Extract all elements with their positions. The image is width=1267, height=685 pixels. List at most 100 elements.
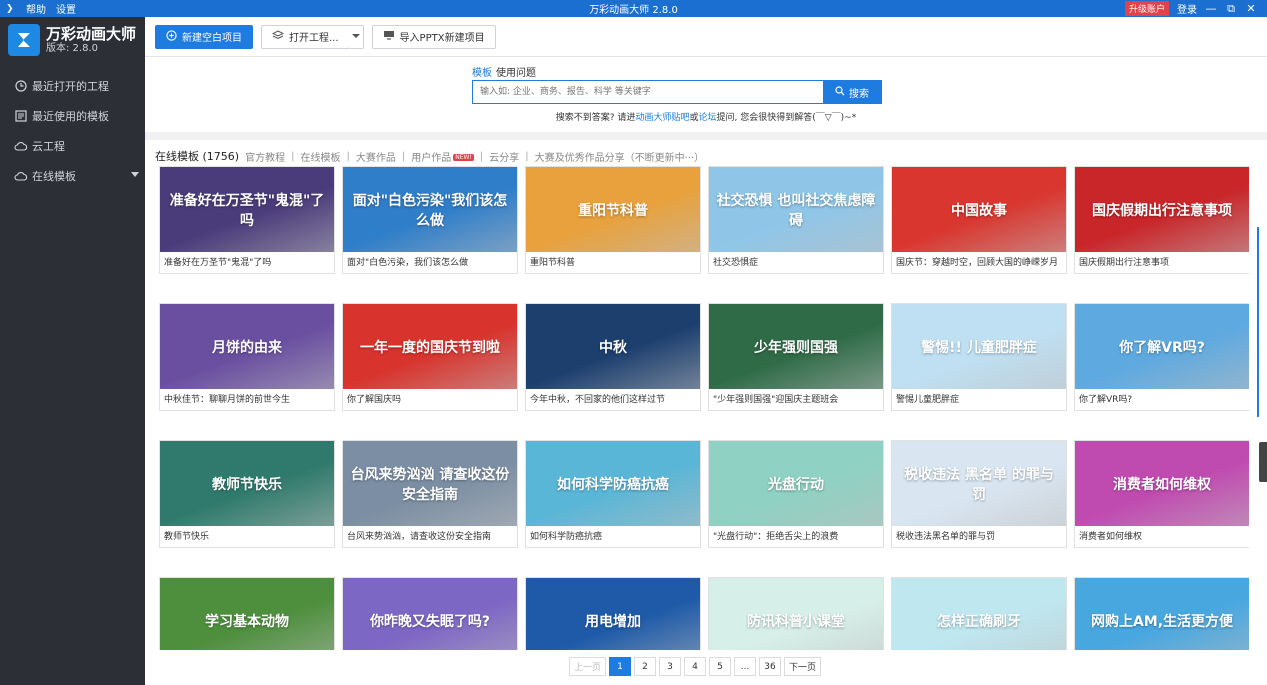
open-project-dropdown[interactable] [348, 24, 364, 49]
template-thumbnail[interactable]: 台风来势汹汹 请查收这份安全指南 [343, 441, 517, 526]
template-card[interactable]: 网购上AM,生活更方便 [1074, 577, 1249, 650]
template-card[interactable]: 台风来势汹汹 请查收这份安全指南 台风来势汹汹，请查收这份安全指南 [342, 440, 518, 548]
template-thumbnail[interactable]: 中国故事 [892, 167, 1066, 252]
sidebar-item-recent-projects[interactable]: 最近打开的工程 [0, 71, 145, 101]
thumbnail-text: 防讯科普小课堂 [747, 613, 845, 630]
tieba-link[interactable]: 动画大师贴吧 [635, 113, 689, 123]
template-card[interactable]: 税收违法 黑名单 的罪与罚 税收违法黑名单的罪与罚 [891, 440, 1067, 548]
category-online-template[interactable]: 在线模板 [300, 149, 340, 164]
search-button[interactable]: 搜索 [823, 81, 881, 103]
side-panel-handle[interactable] [1259, 442, 1267, 482]
template-thumbnail[interactable]: 少年强则国强 [709, 304, 883, 389]
template-card[interactable]: 社交恐惧 也叫社交焦虑障碍社交恐惧症 [708, 166, 884, 274]
category-contest-works[interactable]: 大赛作品 [356, 149, 396, 164]
page-button[interactable]: 1 [609, 657, 632, 676]
template-thumbnail[interactable]: 你了解VR吗? [1075, 304, 1249, 389]
sidebar-item-recent-templates[interactable]: 最近使用的模板 [0, 101, 145, 131]
template-card[interactable]: 光盘行动 "光盘行动"：拒绝舌尖上的浪费 [708, 440, 884, 548]
template-thumbnail[interactable]: 月饼的由来 [160, 304, 334, 389]
template-thumbnail[interactable]: 教师节快乐 [160, 441, 334, 526]
template-title: 社交恐惧症 [713, 258, 759, 268]
template-thumbnail[interactable]: 网购上AM,生活更方便 [1075, 578, 1249, 650]
template-thumbnail[interactable]: 学习基本动物 [160, 578, 334, 650]
template-card[interactable]: 你昨晚又失眠了吗? [342, 577, 518, 650]
template-card[interactable]: 少年强则国强 "少年强则国强"迎国庆主题班会 [708, 303, 884, 411]
template-thumbnail[interactable]: 怎样正确刷牙 [892, 578, 1066, 650]
template-card[interactable]: 怎样正确刷牙 [891, 577, 1067, 650]
page-button[interactable]: 3 [659, 657, 682, 676]
template-card[interactable]: 警惕!! 儿童肥胖症警惕儿童肥胖症 [891, 303, 1067, 411]
thumbnail-text: 你了解VR吗? [1119, 339, 1205, 356]
template-thumbnail[interactable]: 税收违法 黑名单 的罪与罚 [892, 441, 1066, 526]
upgrade-account-button[interactable]: 升级账户 [1124, 1, 1169, 16]
template-thumbnail[interactable]: 准备好在万圣节"鬼混"了吗 [160, 167, 334, 252]
template-thumbnail[interactable]: 用电增加 [526, 578, 700, 650]
sidebar-item-label: 云工程 [32, 140, 65, 153]
menu-settings[interactable]: 设置 [56, 1, 76, 16]
template-card[interactable]: 防讯科普小课堂 [708, 577, 884, 650]
tab-faq[interactable]: 使用问题 [496, 64, 536, 79]
template-thumbnail[interactable]: 社交恐惧 也叫社交焦虑障碍 [709, 167, 883, 252]
page-button[interactable]: 4 [684, 657, 707, 676]
sidebar-item-online-templates[interactable]: 在线模板 [0, 161, 145, 191]
template-card[interactable]: 消费者如何维权 消费者如何维权 [1074, 440, 1249, 548]
page-button[interactable]: 36 [759, 657, 782, 676]
sidebar-item-cloud-projects[interactable]: 云工程 [0, 131, 145, 161]
template-thumbnail[interactable]: 防讯科普小课堂 [709, 578, 883, 650]
menu-help[interactable]: 帮助 [26, 1, 46, 16]
template-thumbnail[interactable]: 如何科学防癌抗癌 [526, 441, 700, 526]
window-title: 万彩动画大师 2.8.0 [589, 5, 678, 16]
restore-icon[interactable]: ⧉ [1225, 2, 1237, 16]
template-thumbnail[interactable]: 国庆假期出行注意事项 [1075, 167, 1249, 252]
thumbnail-text: 税收违法 黑名单 的罪与罚 [904, 466, 1054, 503]
template-card[interactable]: 用电增加 [525, 577, 701, 650]
brand-version: 版本: 2.8.0 [46, 43, 98, 54]
login-link[interactable]: 登录 [1177, 1, 1197, 16]
template-card[interactable]: 一年一度的国庆节到啦 你了解国庆吗 [342, 303, 518, 411]
close-icon[interactable]: ✕ [1245, 2, 1257, 15]
category-contest-share[interactable]: 大赛及优秀作品分享（不断更新中···） [535, 149, 705, 164]
forum-link[interactable]: 论坛 [698, 113, 716, 123]
template-thumbnail[interactable]: 警惕!! 儿童肥胖症 [892, 304, 1066, 389]
category-cloud-share[interactable]: 云分享 [489, 149, 519, 164]
search-button-label: 搜索 [849, 88, 869, 100]
tab-template[interactable]: 模板 [472, 64, 492, 79]
minimize-icon[interactable]: — [1205, 2, 1217, 15]
template-thumbnail[interactable]: 消费者如何维权 [1075, 441, 1249, 526]
template-card[interactable]: 国庆假期出行注意事项 国庆假期出行注意事项 [1074, 166, 1249, 274]
app-logo-icon [8, 24, 40, 56]
chevron-down-icon[interactable] [131, 172, 139, 177]
template-card[interactable]: 月饼的由来 中秋佳节：聊聊月饼的前世今生 [159, 303, 335, 411]
page-button[interactable]: 5 [709, 657, 732, 676]
template-thumbnail[interactable]: 中秋 [526, 304, 700, 389]
template-card[interactable]: 教师节快乐 教师节快乐 [159, 440, 335, 548]
open-project-button[interactable]: 打开工程... [261, 24, 350, 49]
prev-page-button[interactable]: 上一页 [569, 657, 607, 676]
page-button[interactable]: 2 [634, 657, 657, 676]
category-user-works[interactable]: 用户作品 NEW! [411, 149, 474, 164]
template-thumbnail[interactable]: 一年一度的国庆节到啦 [343, 304, 517, 389]
template-card[interactable]: 面对"白色污染"我们该怎么做 面对"白色污染，我们该怎么做 [342, 166, 518, 274]
template-card[interactable]: 学习基本动物 [159, 577, 335, 650]
template-thumbnail[interactable]: 你昨晚又失眠了吗? [343, 578, 517, 650]
clock-icon [14, 79, 28, 93]
template-card[interactable]: 重阳节科普 重阳节科普 [525, 166, 701, 274]
template-title: 警惕儿童肥胖症 [896, 395, 960, 405]
search-input[interactable] [473, 81, 823, 103]
scrollbar[interactable] [1257, 227, 1259, 417]
template-thumbnail[interactable]: 光盘行动 [709, 441, 883, 526]
template-card[interactable]: 如何科学防癌抗癌 如何科学防癌抗癌 [525, 440, 701, 548]
import-pptx-button[interactable]: 导入PPTX新建项目 [371, 24, 496, 49]
new-project-button[interactable]: 新建空白项目 [155, 24, 253, 49]
category-official-tutorial[interactable]: 官方教程 [245, 149, 285, 164]
template-title: 消费者如何维权 [1079, 532, 1143, 542]
template-card[interactable]: 中国故事 国庆节：穿越时空，回顾大国的峥嵘岁月 [891, 166, 1067, 274]
template-thumbnail[interactable]: 面对"白色污染"我们该怎么做 [343, 167, 517, 252]
template-card[interactable]: 准备好在万圣节"鬼混"了吗 准备好在万圣节"鬼混"了吗 [159, 166, 335, 274]
search-box: 搜索 [472, 80, 882, 104]
next-page-button[interactable]: 下一页 [784, 657, 822, 676]
sidebar-item-label: 最近打开的工程 [32, 80, 109, 93]
template-thumbnail[interactable]: 重阳节科普 [526, 167, 700, 252]
template-card[interactable]: 你了解VR吗? 你了解VR吗? [1074, 303, 1249, 411]
template-card[interactable]: 中秋 今年中秋，不回家的他们这样过节 [525, 303, 701, 411]
